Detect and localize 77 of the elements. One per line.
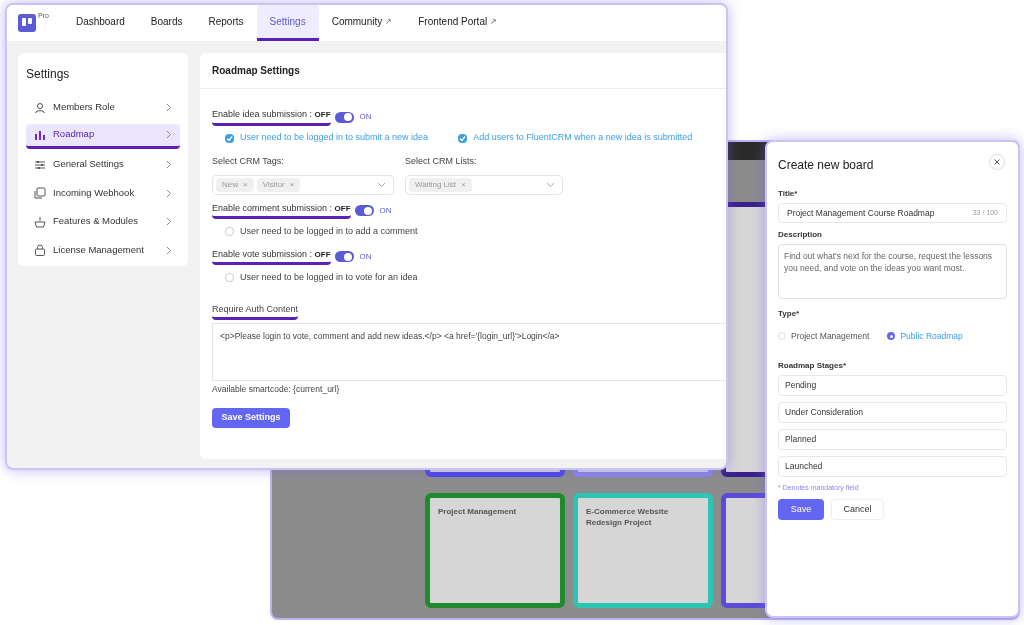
sidebar-item[interactable]: Roadmap xyxy=(26,123,180,149)
toggle-state-label: ON xyxy=(359,111,372,123)
field-label: Select CRM Lists: xyxy=(405,155,478,168)
stage-input[interactable]: Launched xyxy=(778,455,1007,477)
nav-tab[interactable]: Boards xyxy=(137,5,196,41)
sidebar-item[interactable]: General Settings xyxy=(26,152,180,177)
checkbox[interactable] xyxy=(458,133,468,143)
field-label: Select CRM Tags: xyxy=(212,155,285,168)
toggle-label: Enable idea submission : OFF xyxy=(212,108,331,126)
sidebar-title: Settings xyxy=(26,66,71,83)
card-title: E-Commerce Website Redesign Project xyxy=(586,506,670,528)
chevron-right-icon xyxy=(166,160,172,169)
checkmark-icon xyxy=(226,134,233,142)
card-title: Project Management xyxy=(438,506,518,517)
people-icon xyxy=(34,101,46,114)
copy-icon xyxy=(34,187,46,199)
checkbox[interactable] xyxy=(225,273,234,282)
nav-tab[interactable]: Settings xyxy=(256,5,319,41)
toggle-label: Enable comment submission : OFF xyxy=(212,201,351,220)
nav-tab[interactable]: Community ↗ xyxy=(318,5,406,41)
help-text: Available smartcode: {current_url} xyxy=(212,383,341,396)
cancel-button[interactable]: Cancel xyxy=(831,499,884,521)
field-label: Title* xyxy=(778,188,799,200)
radio-label: Public Roadmap xyxy=(900,330,963,343)
save-button[interactable]: Save xyxy=(778,499,824,521)
close-icon xyxy=(994,159,1000,165)
description-textarea[interactable]: Find out what's next for the course, request the lessons you need, and vote on the ideas you want most. xyxy=(778,244,1007,299)
stage-input[interactable]: Pending xyxy=(778,374,1007,396)
chevron-right-icon xyxy=(166,188,172,198)
checkbox[interactable] xyxy=(225,227,234,236)
nav-tab[interactable]: Dashboard xyxy=(62,5,138,41)
chevron-right-icon xyxy=(166,217,172,226)
logo-icon xyxy=(18,14,36,32)
nav-tab[interactable]: Reports xyxy=(195,5,257,41)
tag-chip: New × xyxy=(216,177,254,192)
toggle-state-label: ON xyxy=(359,250,372,263)
toggle-switch[interactable] xyxy=(334,251,354,262)
save-settings-button[interactable]: Save Settings xyxy=(212,407,290,428)
bowl-icon xyxy=(34,215,46,228)
tag-chip: Waiting List × xyxy=(409,177,472,192)
chevron-down-icon xyxy=(377,181,386,188)
checkbox-label: User need to be logged in to submit a new idea xyxy=(240,131,429,145)
toggle-switch[interactable] xyxy=(354,205,374,216)
field-label: Require Auth Content xyxy=(212,302,299,320)
checkbox-label: User need to be logged in to vote for an idea xyxy=(240,270,418,284)
checkmark-icon xyxy=(459,134,467,142)
chevron-down-icon xyxy=(546,181,555,188)
nav-tab[interactable]: Frontend Portal ↗ xyxy=(405,5,511,41)
settings-title: Roadmap Settings xyxy=(200,53,726,89)
sidebar-item[interactable]: Features & Modules xyxy=(26,209,180,234)
radio-label: Project Management xyxy=(791,330,870,343)
field-label: Description xyxy=(778,229,823,241)
checkbox-label: Add users to FluentCRM when a new idea is submitted xyxy=(473,131,693,145)
auth-content-textarea[interactable]: <p>Please login to vote, comment and add new ideas.</p> <a href='{login_url}'>Login</a> xyxy=(212,323,726,381)
stage-input[interactable]: Under Consideration xyxy=(778,401,1007,423)
field-label: Type* xyxy=(778,308,801,320)
sliders-icon xyxy=(34,158,46,171)
field-label: Roadmap Stages* xyxy=(778,359,848,372)
external-link-icon: ↗ xyxy=(490,15,498,28)
radio-button[interactable] xyxy=(887,332,896,341)
external-link-icon: ↗ xyxy=(385,15,393,28)
chevron-right-icon xyxy=(166,103,172,112)
lock-icon xyxy=(34,244,46,256)
sidebar-item[interactable]: Members Role xyxy=(26,95,180,120)
sidebar-item[interactable]: Incoming Webhook xyxy=(26,180,180,206)
toggle-label: Enable vote submission : OFF xyxy=(212,247,331,266)
panel-title: Create new board xyxy=(778,157,874,174)
tag-chip: Visitor × xyxy=(256,177,301,192)
checkbox[interactable] xyxy=(225,133,234,143)
sidebar-item[interactable]: License Management xyxy=(26,237,180,263)
chevron-right-icon xyxy=(166,245,172,255)
chevron-right-icon xyxy=(166,130,172,139)
stage-input[interactable]: Planned xyxy=(778,428,1007,450)
toggle-switch[interactable] xyxy=(334,111,354,123)
bar-chart-icon xyxy=(34,128,46,141)
toggle-state-label: ON xyxy=(379,204,392,217)
checkbox-label: User need to be logged in to add a comment xyxy=(240,224,418,238)
